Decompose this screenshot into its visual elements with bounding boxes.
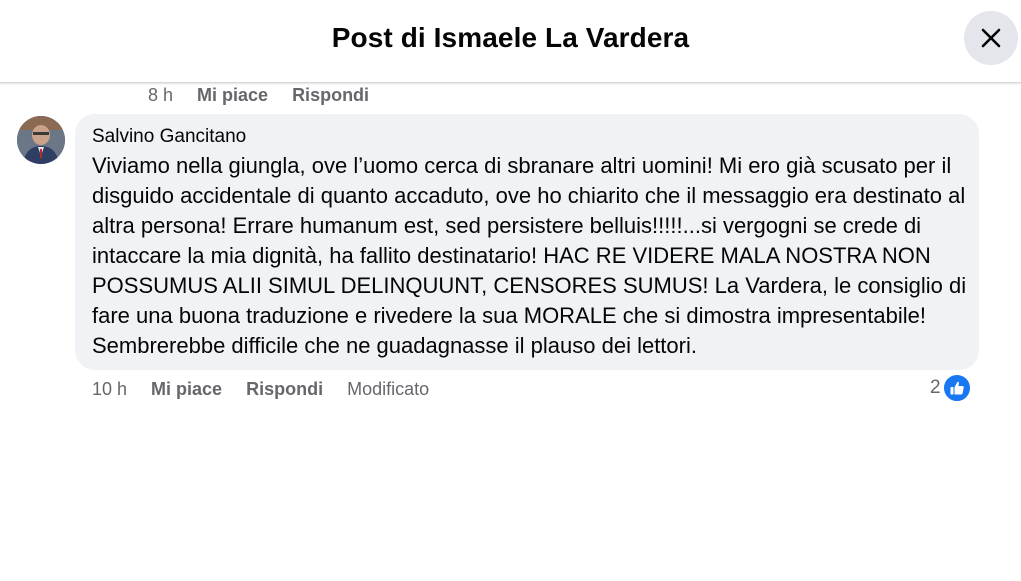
close-button[interactable] [964, 11, 1018, 65]
dialog-header: Post di Ismaele La Vardera [0, 0, 1021, 83]
thumbs-up-icon [942, 374, 971, 402]
close-icon [981, 28, 1001, 48]
avatar[interactable] [17, 116, 65, 164]
previous-comment-time[interactable]: 8 h [148, 85, 173, 106]
like-button[interactable]: Mi piace [151, 379, 222, 400]
dialog-title: Post di Ismaele La Vardera [331, 22, 690, 53]
comment-bubble: Salvino Gancitano Viviamo nella giungla,… [75, 114, 979, 370]
comment-author[interactable]: Salvino Gancitano [92, 126, 963, 148]
reaction-count: 2 [930, 377, 941, 398]
avatar-image [17, 116, 65, 164]
previous-reply-button[interactable]: Rispondi [292, 85, 369, 106]
edited-label[interactable]: Modificato [347, 379, 429, 400]
previous-like-button[interactable]: Mi piace [197, 85, 268, 106]
reaction-summary[interactable]: 2 [930, 374, 971, 402]
reply-button[interactable]: Rispondi [246, 379, 323, 400]
comment-time[interactable]: 10 h [92, 379, 127, 400]
comment-actions: 10 h Mi piace Rispondi Modificato [92, 377, 453, 401]
comment-text: Viviamo nella giungla, ove l’uomo cerca … [92, 153, 967, 358]
previous-comment-actions: 8 h Mi piace Rispondi [148, 84, 393, 106]
